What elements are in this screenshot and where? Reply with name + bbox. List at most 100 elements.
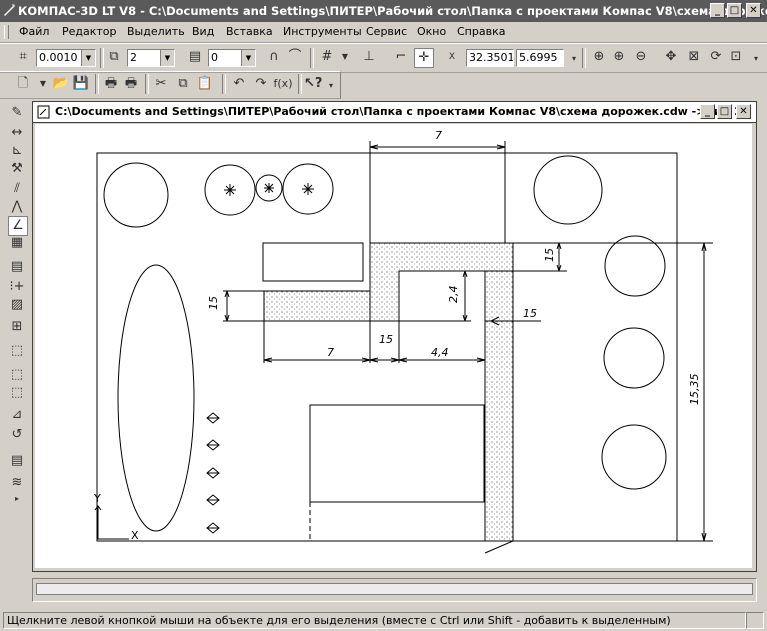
standard-toolbar: 🗋 ▼ 📂 💾 🖶 🖶 ✂ ⧉ 📋 ↶ ↷ f(x) ↖? ▾ xyxy=(0,71,341,99)
dim-label-15-right: 15 xyxy=(543,248,556,262)
magnet-snap-icon[interactable]: ∩ xyxy=(265,48,283,66)
coord-y-field[interactable]: 5.6995 xyxy=(516,49,564,67)
drawing-canvas[interactable]: 7 15 15 2,4 15 7 15 4,4 15,35 X Y xyxy=(35,124,752,568)
grid-icon[interactable]: # xyxy=(318,48,336,66)
menu-window[interactable]: Окно xyxy=(417,25,446,38)
angle-icon[interactable]: ⊿ xyxy=(8,406,26,424)
style-icon[interactable]: ▤ xyxy=(186,48,204,66)
status-hint: Щелкните левой кнопкой мыши на объекте д… xyxy=(3,612,746,629)
minimize-icon: _ xyxy=(705,106,710,117)
scroll-track[interactable] xyxy=(36,583,753,595)
drawing-svg[interactable]: 7 15 15 2,4 15 7 15 4,4 15,35 X Y xyxy=(35,124,752,568)
table-icon[interactable]: ▤ xyxy=(8,258,26,276)
print-icon[interactable]: 🖶 xyxy=(102,75,120,93)
measurements-icon[interactable]: ⋀ xyxy=(8,198,26,216)
select-layer-icon[interactable]: ⬚ xyxy=(8,384,26,402)
zoom-in-icon[interactable]: ⊕ xyxy=(610,48,628,66)
round-mode-icon[interactable]: ✛ xyxy=(414,48,434,68)
menu-help[interactable]: Справка xyxy=(457,25,505,38)
context-help-icon[interactable]: ↖? xyxy=(304,75,322,93)
designations-icon[interactable]: ⊾ xyxy=(8,142,26,160)
editing-icon[interactable]: ⚒ xyxy=(8,160,26,178)
menu-edit[interactable]: Редактор xyxy=(62,25,117,38)
menu-view[interactable]: Вид xyxy=(192,25,214,38)
asterisk-marks xyxy=(224,183,314,196)
step-field[interactable]: 0.0010 ▼ xyxy=(36,49,96,67)
zoom-out-icon[interactable]: ⊖ xyxy=(632,48,650,66)
layer-field[interactable]: 2 ▼ xyxy=(127,49,175,67)
circle-tree xyxy=(601,424,667,490)
circle-tree xyxy=(603,327,665,389)
rect-select-icon[interactable]: ⬚ xyxy=(8,342,26,360)
maximize-button[interactable]: □ xyxy=(727,3,742,18)
local-snap-icon[interactable]: ⌒ xyxy=(286,48,304,66)
circle-tree xyxy=(103,162,169,228)
separator xyxy=(95,74,99,94)
separator xyxy=(310,48,314,68)
close-button[interactable]: ✕ xyxy=(746,3,761,18)
text-icon[interactable]: ▤ xyxy=(8,452,26,470)
menu-insert[interactable]: Вставка xyxy=(226,25,273,38)
coord-y-value: 5.6995 xyxy=(519,51,558,64)
doc-maximize-button[interactable]: □ xyxy=(717,104,732,119)
point-icon[interactable]: ⁝+ xyxy=(8,278,26,296)
cut-icon[interactable]: ✂ xyxy=(152,75,170,93)
ortho-mode-icon[interactable]: ⌐ xyxy=(392,48,410,66)
pan-icon[interactable]: ✥ xyxy=(662,48,680,66)
paste-icon[interactable]: 📋 xyxy=(196,75,214,93)
new-document-icon[interactable]: 🗋 xyxy=(14,75,32,93)
doc-close-button[interactable]: ✕ xyxy=(736,104,751,119)
zoom-window-icon[interactable]: ⊕ xyxy=(590,48,608,66)
local-cs-icon[interactable]: ⊥ xyxy=(360,48,378,66)
refresh-icon[interactable]: ⟳ xyxy=(707,48,725,66)
dimensions-icon[interactable]: ↔ xyxy=(8,124,26,142)
chevron-down-icon[interactable]: ▼ xyxy=(160,50,174,66)
zoom-all-icon[interactable]: ⊠ xyxy=(685,48,703,66)
style-field[interactable]: 0 ▼ xyxy=(208,49,256,67)
insert-icon[interactable]: ⊞ xyxy=(8,318,26,336)
toolbar-more-icon[interactable]: ▸ xyxy=(8,490,26,508)
zoom-fit-icon[interactable]: ⊡ xyxy=(727,48,745,66)
menu-service[interactable]: Сервис xyxy=(366,25,407,38)
geometry-icon[interactable]: ✎ xyxy=(8,104,26,122)
menu-file[interactable]: Файл xyxy=(19,25,49,38)
save-icon[interactable]: 💾 xyxy=(72,75,90,93)
minimize-button[interactable]: _ xyxy=(710,3,725,18)
spec-icon[interactable]: ▦ xyxy=(8,234,26,252)
parametrization-icon[interactable]: ⫽ xyxy=(8,180,26,198)
hatch-icon[interactable]: ▨ xyxy=(8,296,26,314)
snap-step-icon[interactable]: ⌗ xyxy=(14,48,32,66)
separator xyxy=(145,74,149,94)
menu-select[interactable]: Выделить xyxy=(127,25,185,38)
status-indicator xyxy=(746,612,764,629)
print-preview-icon[interactable]: 🖶 xyxy=(122,75,140,93)
function-calc-icon[interactable]: f(x) xyxy=(272,75,294,93)
chevron-down-icon[interactable]: ▼ xyxy=(241,50,255,66)
app-title: КОМПАС-3D LT V8 - C:\Documents and Setti… xyxy=(18,4,767,18)
select-icon[interactable]: ⬚ xyxy=(8,366,26,384)
coord-x-label: X xyxy=(448,52,456,62)
doc-minimize-button[interactable]: _ xyxy=(700,104,715,119)
coord-x-field[interactable]: 32.3501 xyxy=(466,49,514,67)
function-label: f(x) xyxy=(273,77,293,90)
grid-dropdown-icon[interactable]: ▼ xyxy=(336,48,354,66)
menu-tools[interactable]: Инструменты xyxy=(283,25,362,38)
layer-icon[interactable]: ⧉ xyxy=(105,48,123,66)
rotate-icon[interactable]: ↺ xyxy=(8,426,26,444)
toolbar-more-icon[interactable]: ▾ xyxy=(565,50,583,68)
cursor-coords-icon: X xyxy=(443,48,461,66)
horizontal-scrollbar[interactable] xyxy=(32,578,757,602)
undo-icon[interactable]: ↶ xyxy=(230,75,248,93)
new-dropdown-icon[interactable]: ▼ xyxy=(34,75,52,93)
copy-icon[interactable]: ⧉ xyxy=(174,75,192,93)
document-title-bar: C:\Documents and Settings\ПИТЕР\Рабочий … xyxy=(33,102,756,123)
chevron-down-icon[interactable]: ▼ xyxy=(81,50,95,66)
axis-y-label: Y xyxy=(93,492,101,505)
toolbar-more-icon[interactable]: ▾ xyxy=(747,50,765,68)
menu-grip xyxy=(4,25,9,39)
open-folder-icon[interactable]: 📂 xyxy=(52,75,70,93)
selection-tool-icon[interactable]: ∠ xyxy=(8,216,28,236)
redo-icon[interactable]: ↷ xyxy=(252,75,270,93)
toolbar-more-icon[interactable]: ▾ xyxy=(322,77,340,95)
close-icon: ✕ xyxy=(749,5,758,16)
